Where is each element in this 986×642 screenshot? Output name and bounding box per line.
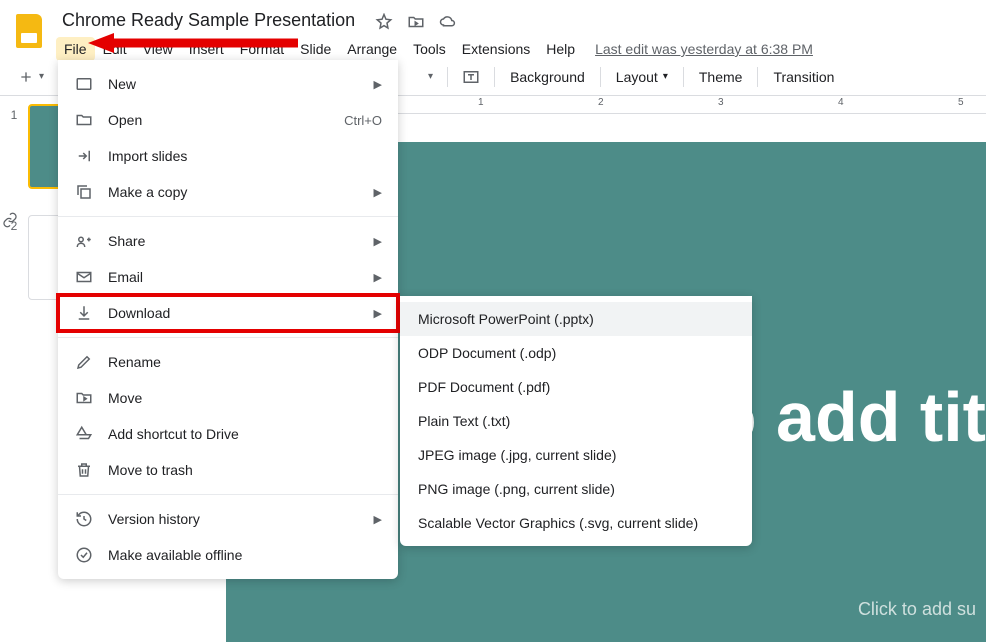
menu-divider xyxy=(58,494,398,495)
drive-shortcut-icon xyxy=(74,424,94,444)
layout-button[interactable]: Layout▾ xyxy=(607,64,677,90)
submenu-item-odp[interactable]: ODP Document (.odp) xyxy=(400,336,752,370)
menu-extensions[interactable]: Extensions xyxy=(454,37,538,61)
slide-subtitle-placeholder[interactable]: Click to add su xyxy=(858,599,976,620)
menu-item-open[interactable]: Open Ctrl+O xyxy=(58,102,398,138)
submenu-item-pdf[interactable]: PDF Document (.pdf) xyxy=(400,370,752,404)
slide-title-placeholder[interactable]: o add tit xyxy=(714,377,986,457)
slide-icon xyxy=(74,74,94,94)
file-menu-dropdown: New ▶ Open Ctrl+O Import slides Make a c… xyxy=(58,60,398,579)
menu-edit[interactable]: Edit xyxy=(95,37,135,61)
zoom-dropdown[interactable]: ▾ xyxy=(417,67,441,86)
menu-item-rename[interactable]: Rename xyxy=(58,344,398,380)
menu-item-shortcut[interactable]: Add shortcut to Drive xyxy=(58,416,398,452)
menu-item-history[interactable]: Version history ▶ xyxy=(58,501,398,537)
submenu-arrow-icon: ▶ xyxy=(374,78,382,91)
menu-divider xyxy=(58,337,398,338)
last-edit-link[interactable]: Last edit was yesterday at 6:38 PM xyxy=(595,41,813,57)
menu-bar: File Edit View Insert Format Slide Arran… xyxy=(56,37,813,61)
move-icon xyxy=(74,388,94,408)
menu-item-move[interactable]: Move xyxy=(58,380,398,416)
copy-icon xyxy=(74,182,94,202)
menu-item-offline[interactable]: Make available offline xyxy=(58,537,398,573)
history-icon xyxy=(74,509,94,529)
menu-tools[interactable]: Tools xyxy=(405,37,454,61)
menu-help[interactable]: Help xyxy=(538,37,583,61)
menu-item-email[interactable]: Email ▶ xyxy=(58,259,398,295)
import-icon xyxy=(74,146,94,166)
menu-item-import[interactable]: Import slides xyxy=(58,138,398,174)
folder-icon xyxy=(74,110,94,130)
submenu-arrow-icon: ▶ xyxy=(374,186,382,199)
offline-icon xyxy=(74,545,94,565)
submenu-arrow-icon: ▶ xyxy=(374,307,382,320)
move-folder-icon[interactable] xyxy=(407,13,425,31)
menu-slide[interactable]: Slide xyxy=(292,37,339,61)
slide-number: 1 xyxy=(6,104,22,122)
submenu-item-jpeg[interactable]: JPEG image (.jpg, current slide) xyxy=(400,438,752,472)
submenu-arrow-icon: ▶ xyxy=(374,271,382,284)
email-icon xyxy=(74,267,94,287)
menu-arrange[interactable]: Arrange xyxy=(339,37,405,61)
document-title[interactable]: Chrome Ready Sample Presentation xyxy=(56,8,361,33)
menu-view[interactable]: View xyxy=(135,37,181,61)
submenu-item-txt[interactable]: Plain Text (.txt) xyxy=(400,404,752,438)
menu-insert[interactable]: Insert xyxy=(181,37,232,61)
transition-button[interactable]: Transition xyxy=(764,64,843,90)
new-slide-button[interactable]: ▾ xyxy=(10,65,52,89)
menu-file[interactable]: File xyxy=(56,37,95,61)
menu-format[interactable]: Format xyxy=(232,37,292,61)
submenu-arrow-icon: ▶ xyxy=(374,235,382,248)
slides-logo[interactable] xyxy=(10,12,48,50)
menu-item-copy[interactable]: Make a copy ▶ xyxy=(58,174,398,210)
menu-divider xyxy=(58,216,398,217)
download-icon xyxy=(74,303,94,323)
rename-icon xyxy=(74,352,94,372)
background-button[interactable]: Background xyxy=(501,64,594,90)
link-icon[interactable] xyxy=(2,212,18,228)
star-icon[interactable] xyxy=(375,13,393,31)
submenu-item-png[interactable]: PNG image (.png, current slide) xyxy=(400,472,752,506)
cloud-status-icon[interactable] xyxy=(439,13,457,31)
menu-item-download[interactable]: Download ▶ xyxy=(58,295,398,331)
trash-icon xyxy=(74,460,94,480)
download-submenu: Microsoft PowerPoint (.pptx) ODP Documen… xyxy=(400,296,752,546)
share-icon xyxy=(74,231,94,251)
theme-button[interactable]: Theme xyxy=(690,64,752,90)
submenu-item-svg[interactable]: Scalable Vector Graphics (.svg, current … xyxy=(400,506,752,540)
submenu-item-pptx[interactable]: Microsoft PowerPoint (.pptx) xyxy=(400,302,752,336)
textbox-icon[interactable] xyxy=(454,64,488,90)
menu-item-trash[interactable]: Move to trash xyxy=(58,452,398,488)
menu-item-share[interactable]: Share ▶ xyxy=(58,223,398,259)
submenu-arrow-icon: ▶ xyxy=(374,513,382,526)
menu-item-new[interactable]: New ▶ xyxy=(58,66,398,102)
